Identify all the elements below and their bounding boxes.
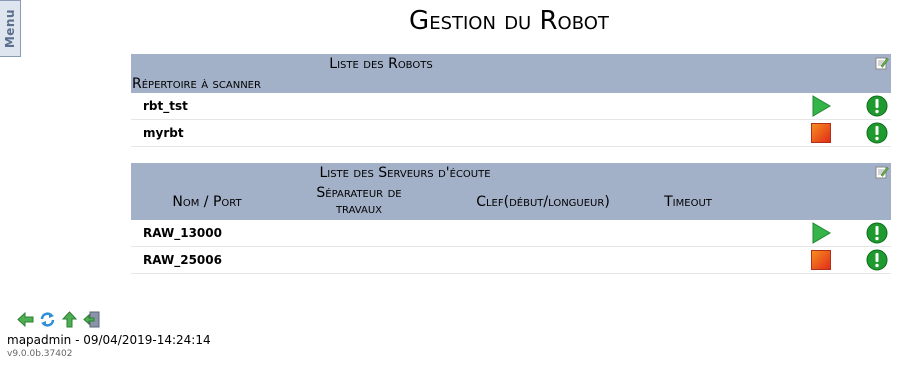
server-row: RAW_25006 xyxy=(131,247,891,274)
server-row: RAW_13000 xyxy=(131,220,891,247)
servers-panel-header: Liste des Serveurs d'écoute Nom / Port S… xyxy=(131,163,891,220)
info-icon[interactable] xyxy=(866,95,888,117)
edit-icon[interactable] xyxy=(875,56,889,70)
robots-panel-header: Liste des Robots Répertoire à scanner xyxy=(131,54,891,93)
server-name: RAW_13000 xyxy=(143,226,222,240)
info-icon[interactable] xyxy=(866,249,888,271)
info-icon[interactable] xyxy=(866,222,888,244)
footer-user-line: mapadmin - 09/04/2019-14:24:14 xyxy=(7,333,211,347)
footer-version: v9.0.0b.37402 xyxy=(7,349,73,359)
robot-name: rbt_tst xyxy=(143,99,188,113)
column-header-key: Clef(début/longueur) xyxy=(476,194,610,210)
column-header-name-port: Nom / Port xyxy=(172,194,242,210)
stop-icon[interactable] xyxy=(811,250,831,270)
robot-name: myrbt xyxy=(143,126,184,140)
up-icon[interactable] xyxy=(61,311,78,328)
column-header-separator: Séparateur de travaux xyxy=(316,185,402,217)
info-icon[interactable] xyxy=(866,122,888,144)
footer-toolbar xyxy=(17,311,100,328)
edit-icon[interactable] xyxy=(875,165,889,179)
back-icon[interactable] xyxy=(17,311,34,328)
robots-panel: Liste des Robots Répertoire à scanner rb… xyxy=(131,54,891,147)
robot-row: rbt_tst xyxy=(131,93,891,120)
server-name: RAW_25006 xyxy=(143,253,222,267)
servers-panel-title: Liste des Serveurs d'écoute xyxy=(319,165,491,181)
refresh-icon[interactable] xyxy=(39,311,56,328)
servers-panel: Liste des Serveurs d'écoute Nom / Port S… xyxy=(131,163,891,274)
robots-panel-title: Liste des Robots xyxy=(329,56,433,72)
play-icon[interactable] xyxy=(810,95,832,117)
play-icon[interactable] xyxy=(810,222,832,244)
logout-icon[interactable] xyxy=(83,311,100,328)
column-header-timeout: Timeout xyxy=(664,194,712,210)
stop-icon[interactable] xyxy=(811,123,831,143)
robot-row: myrbt xyxy=(131,120,891,147)
robots-panel-subtitle: Répertoire à scanner xyxy=(132,76,261,92)
page-title: Gestion du Robot xyxy=(409,6,609,36)
